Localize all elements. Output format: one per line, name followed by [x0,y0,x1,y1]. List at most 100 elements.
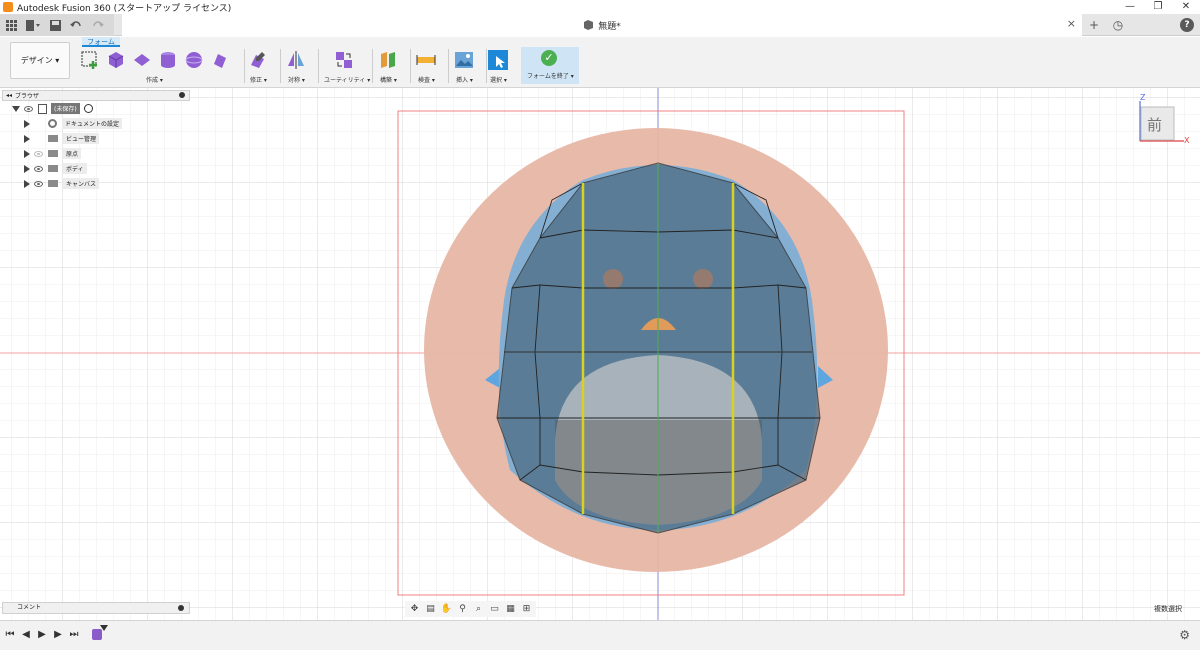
browser-item[interactable]: キャンバス [2,176,190,191]
tab-form[interactable]: フォーム [82,37,120,47]
symmetry-group: 対称 ▾ [286,49,314,87]
symmetry-group-label[interactable]: 対称 ▾ [288,75,305,84]
box-icon[interactable] [106,50,126,70]
expand-icon[interactable] [24,164,30,173]
expand-icon[interactable] [24,149,30,158]
inspect-group: 検査 ▾ [416,49,444,87]
browser-item[interactable]: ドキュメントの設定 [2,116,190,131]
close-tab-button[interactable]: × [1067,17,1076,30]
go-to-end-icon[interactable]: ⏭ [68,629,80,641]
visibility-eye-icon[interactable] [34,165,43,172]
visibility-eye-icon[interactable] [24,105,33,112]
close-window-button[interactable]: ✕ [1172,0,1200,14]
look-at-icon[interactable]: ▤ [424,603,437,615]
divider [410,49,411,83]
play-icon[interactable]: ▶ [36,629,48,641]
finish-form-button[interactable]: ✓ フォームを終了 ▾ [521,47,579,84]
construct-group-label[interactable]: 構築 ▾ [380,75,397,84]
new-tab-button[interactable]: + [1084,15,1104,35]
timeline: ⏮ ◀ ▶ ▶ ⏭ ⚙ [0,620,1200,650]
zoom-icon[interactable]: ⚲ [456,603,469,615]
mirror-symmetry-icon[interactable] [286,50,306,70]
pan-icon[interactable]: ✋ [440,603,453,615]
browser-header[interactable]: ◂◂ ブラウザ [2,90,190,101]
convert-icon[interactable] [334,50,354,70]
divider [280,49,281,83]
browser-item[interactable]: 原点 [2,146,190,161]
display-settings-icon[interactable]: ▭ [488,603,501,615]
fusion-app-icon [3,2,13,12]
minimize-button[interactable]: — [1116,0,1144,14]
restore-button[interactable]: ❐ [1144,0,1172,14]
timeline-settings-icon[interactable]: ⚙ [1179,628,1190,642]
right-eye [693,269,713,289]
document-tab[interactable]: 無題* × [122,14,1082,36]
title-bar: Autodesk Fusion 360 (スタートアップ ライセンス) — ❐ … [0,0,1200,14]
activate-radio-icon[interactable] [83,104,93,113]
create-form-sketch-icon[interactable] [80,50,100,70]
plane-icon[interactable] [132,50,152,70]
grid-snap-icon[interactable]: ▦ [504,603,517,615]
select-group-label[interactable]: 選択 ▾ [490,75,507,84]
inspect-group-label[interactable]: 検査 ▾ [418,75,435,84]
expand-icon[interactable] [24,179,30,188]
browser-item[interactable]: ボディ [2,161,190,176]
help-icon[interactable]: ? [1180,18,1194,32]
modify-group: 修正 ▾ [248,49,276,87]
torus-quadball-icon[interactable] [210,50,230,70]
add-comment-icon[interactable] [178,605,184,611]
viewcube-front-face[interactable]: 前 [1147,114,1162,135]
divider [448,49,449,83]
undo-icon[interactable] [68,16,86,34]
quick-access-toolbar [0,14,114,36]
browser-item[interactable]: ビュー管理 [2,131,190,146]
fit-icon[interactable]: ⌕ [472,603,485,615]
redo-icon[interactable] [90,16,108,34]
utility-group-label[interactable]: ユーティリティ ▾ [324,75,370,84]
step-forward-icon[interactable]: ▶ [52,629,64,641]
measure-icon[interactable] [416,50,436,70]
browser-root-row[interactable]: (未保存) [2,101,190,116]
viewports-icon[interactable]: ⊞ [520,603,533,615]
workspace-dropdown[interactable]: デザイン ▾ [10,42,70,79]
selection-mode-label[interactable]: 複数選択 [1154,604,1182,614]
save-icon[interactable] [46,16,64,34]
file-icon[interactable] [24,16,42,34]
viewcube-x-label: X [1184,136,1190,145]
collapse-icon[interactable]: ◂◂ [6,92,12,99]
divider [486,49,487,83]
offset-plane-icon[interactable] [378,50,398,70]
select-arrow-icon[interactable] [488,50,508,70]
visibility-eye-icon[interactable] [34,150,43,157]
folder-icon [48,180,58,187]
insert-group-label[interactable]: 挿入 ▾ [456,75,473,84]
document-body-icon [584,20,594,30]
comments-label: コメント [17,604,42,611]
sphere-icon[interactable] [184,50,204,70]
select-group: 選択 ▾ [488,49,516,87]
expand-icon[interactable] [12,105,20,112]
go-to-start-icon[interactable]: ⏮ [4,629,16,641]
expand-icon[interactable] [24,119,30,128]
expand-icon[interactable] [24,134,30,143]
tab-bar: 無題* × + ◷ ? [0,14,1200,36]
timeline-marker[interactable] [100,625,108,631]
viewcube[interactable]: Z X 前 [1136,93,1190,145]
step-back-icon[interactable]: ◀ [20,629,32,641]
folder-icon [48,135,58,142]
create-group-label[interactable]: 作成 ▾ [146,75,163,84]
pin-icon[interactable] [179,92,185,98]
insert-group: 挿入 ▾ [454,49,482,87]
history-icon[interactable]: ◷ [1108,15,1128,35]
orbit-icon[interactable]: ✥ [408,603,421,615]
visibility-eye-icon[interactable] [34,180,43,187]
edit-form-icon[interactable] [248,50,268,70]
apps-grid-icon[interactable] [2,16,20,34]
finish-form-label: フォームを終了 ▾ [527,73,574,80]
viewcube-z-label: Z [1140,93,1146,102]
comments-panel[interactable]: コメント [2,602,190,614]
cylinder-icon[interactable] [158,50,178,70]
insert-image-icon[interactable] [454,50,474,70]
modify-group-label[interactable]: 修正 ▾ [250,75,267,84]
ribbon-toolbar: デザイン ▾ フォーム 作成 ▾ 修正 ▾ 対称 ▾ ユーティリティ ▾ 構築 … [0,37,1200,88]
